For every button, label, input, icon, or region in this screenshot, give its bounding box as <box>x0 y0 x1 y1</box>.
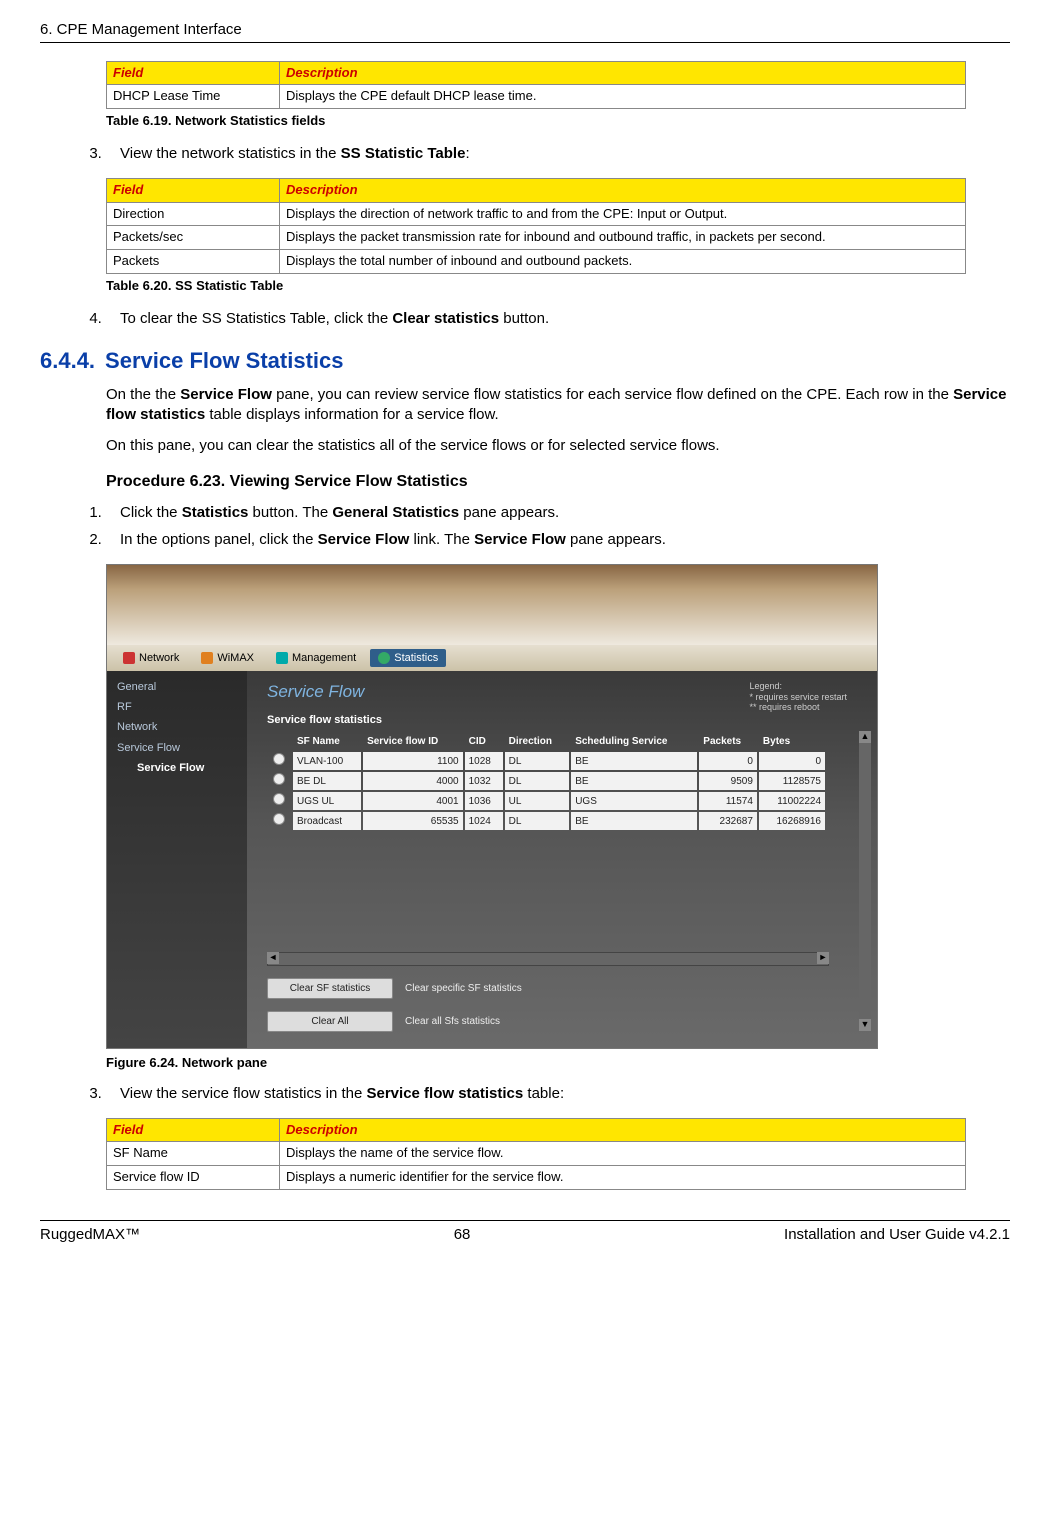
th-field: Field <box>107 61 280 85</box>
cell-desc: Displays the CPE default DHCP lease time… <box>280 85 966 109</box>
footer-right: Installation and User Guide v4.2.1 <box>784 1225 1010 1245</box>
horizontal-scrollbar[interactable]: ◄ ► <box>267 952 829 966</box>
proc-step-2: In the options panel, click the Service … <box>106 530 1010 550</box>
cell-field: Packets/sec <box>107 226 280 250</box>
sidebar-item-service-flow-active[interactable]: Service Flow <box>117 758 247 778</box>
table-row: Packets/sec Displays the packet transmis… <box>107 226 966 250</box>
col-sfid: Service flow ID <box>363 733 463 750</box>
table-6-20: Field Description Direction Displays the… <box>106 178 966 275</box>
th-field: Field <box>107 178 280 202</box>
top-tabbar: Network WiMAX Management Statistics <box>107 645 877 671</box>
table-row: Packets Displays the total number of inb… <box>107 250 966 274</box>
table-row: Direction Displays the direction of netw… <box>107 202 966 226</box>
clear-all-button[interactable]: Clear All <box>267 1011 393 1032</box>
procedure-6-23-title: Procedure 6.23. Viewing Service Flow Sta… <box>106 472 1010 493</box>
table-row: SF Name Displays the name of the service… <box>107 1142 966 1166</box>
clear-all-label: Clear all Sfs statistics <box>405 1015 500 1028</box>
table-row[interactable]: BE DL 4000 1032 DL BE 9509 1128575 <box>269 772 825 790</box>
radio-icon[interactable] <box>273 793 285 805</box>
table-row[interactable]: UGS UL 4001 1036 UL UGS 11574 11002224 <box>269 792 825 810</box>
statistics-icon <box>378 652 390 664</box>
cell-desc: Displays the total number of inbound and… <box>280 250 966 274</box>
management-icon <box>276 652 288 664</box>
vertical-scrollbar[interactable]: ▲ ▼ <box>859 731 871 1031</box>
figure-caption-6-24: Figure 6.24. Network pane <box>106 1055 1010 1072</box>
sidebar-item-rf[interactable]: RF <box>117 697 247 717</box>
screenshot-banner <box>107 565 877 645</box>
section-number: 6.4.4. <box>40 348 95 373</box>
tab-wimax[interactable]: WiMAX <box>193 649 262 667</box>
step-3-text-pre: View the network statistics in the <box>120 145 341 162</box>
scroll-up-icon[interactable]: ▲ <box>859 731 871 743</box>
chapter-header: 6. CPE Management Interface <box>40 20 1010 43</box>
table-service-flow-fields: Field Description SF Name Displays the n… <box>106 1118 966 1191</box>
radio-icon[interactable] <box>273 773 285 785</box>
cell-field: Service flow ID <box>107 1166 280 1190</box>
page-footer: RuggedMAX™ 68 Installation and User Guid… <box>40 1220 1010 1245</box>
th-desc: Description <box>280 178 966 202</box>
cell-desc: Displays the name of the service flow. <box>280 1142 966 1166</box>
tab-management[interactable]: Management <box>268 649 364 667</box>
sidebar-item-network[interactable]: Network <box>117 717 247 737</box>
sidebar-item-service-flow[interactable]: Service Flow <box>117 738 247 758</box>
network-icon <box>123 652 135 664</box>
clear-sf-statistics-button[interactable]: Clear SF statistics <box>267 978 393 999</box>
col-sfname: SF Name <box>293 733 361 750</box>
step-3-bold: SS Statistic Table <box>341 145 466 162</box>
table-6-19: Field Description DHCP Lease Time Displa… <box>106 61 966 110</box>
th-field: Field <box>107 1118 280 1142</box>
proc-step-3: View the service flow statistics in the … <box>106 1084 1010 1104</box>
table-caption-6-19: Table 6.19. Network Statistics fields <box>106 113 1010 130</box>
table-row: Service flow ID Displays a numeric ident… <box>107 1166 966 1190</box>
service-flow-table: SF Name Service flow ID CID Direction Sc… <box>267 731 827 832</box>
radio-icon[interactable] <box>273 753 285 765</box>
sidebar: General RF Network Service Flow Service … <box>107 671 247 1048</box>
th-desc: Description <box>280 1118 966 1142</box>
wimax-icon <box>201 652 213 664</box>
col-bytes: Bytes <box>759 733 825 750</box>
subheading: Service flow statistics <box>267 713 857 727</box>
legend: Legend: * requires service restart ** re… <box>749 681 847 713</box>
cell-field: Direction <box>107 202 280 226</box>
cell-field: DHCP Lease Time <box>107 85 280 109</box>
main-pane: Legend: * requires service restart ** re… <box>247 671 877 1048</box>
step-4-text-post: button. <box>499 310 549 327</box>
table-row[interactable]: Broadcast 65535 1024 DL BE 232687 162689… <box>269 812 825 830</box>
col-cid: CID <box>465 733 503 750</box>
table-row[interactable]: VLAN-100 1100 1028 DL BE 0 0 <box>269 752 825 770</box>
scroll-down-icon[interactable]: ▼ <box>859 1019 871 1031</box>
tab-statistics[interactable]: Statistics <box>370 649 446 667</box>
cell-desc: Displays a numeric identifier for the se… <box>280 1166 966 1190</box>
footer-page-number: 68 <box>454 1225 471 1245</box>
col-packets: Packets <box>699 733 757 750</box>
cell-desc: Displays the direction of network traffi… <box>280 202 966 226</box>
th-desc: Description <box>280 61 966 85</box>
proc-step-1: Click the Statistics button. The General… <box>106 503 1010 523</box>
table-caption-6-20: Table 6.20. SS Statistic Table <box>106 278 1010 295</box>
table-row: DHCP Lease Time Displays the CPE default… <box>107 85 966 109</box>
cell-field: SF Name <box>107 1142 280 1166</box>
clear-sf-statistics-label: Clear specific SF statistics <box>405 982 522 995</box>
step-4-bold: Clear statistics <box>392 310 499 327</box>
scroll-left-icon[interactable]: ◄ <box>267 952 279 964</box>
col-scheduling: Scheduling Service <box>571 733 697 750</box>
sidebar-item-general[interactable]: General <box>117 677 247 697</box>
section-title: Service Flow Statistics <box>105 348 343 373</box>
radio-icon[interactable] <box>273 813 285 825</box>
step-4-text-pre: To clear the SS Statistics Table, click … <box>120 310 392 327</box>
figure-6-24-screenshot: Network WiMAX Management Statistics Gene… <box>106 564 878 1050</box>
cell-field: Packets <box>107 250 280 274</box>
step-4: To clear the SS Statistics Table, click … <box>106 309 1010 329</box>
step-3-text-post: : <box>465 145 469 162</box>
footer-left: RuggedMAX™ <box>40 1225 140 1245</box>
scroll-right-icon[interactable]: ► <box>817 952 829 964</box>
tab-network[interactable]: Network <box>115 649 187 667</box>
step-3: View the network statistics in the SS St… <box>106 144 1010 164</box>
section-6-4-4-heading: 6.4.4. Service Flow Statistics <box>40 347 1010 376</box>
section-6-4-4-p1: On the the Service Flow pane, you can re… <box>106 385 1010 424</box>
cell-desc: Displays the packet transmission rate fo… <box>280 226 966 250</box>
col-direction: Direction <box>505 733 570 750</box>
section-6-4-4-p2: On this pane, you can clear the statisti… <box>106 436 1010 456</box>
